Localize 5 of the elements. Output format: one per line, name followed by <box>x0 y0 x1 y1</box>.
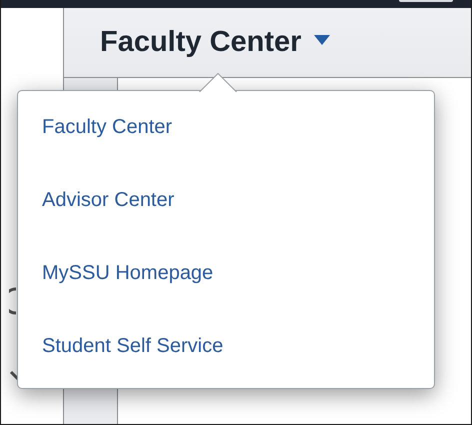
menu-item[interactable]: Faculty Center <box>42 116 172 139</box>
menu-item[interactable]: MySSU Homepage <box>42 262 214 285</box>
menu-item[interactable]: Advisor Center <box>42 189 174 212</box>
caret-icon <box>314 34 330 44</box>
menu-item[interactable]: Student Self Service <box>42 335 224 358</box>
